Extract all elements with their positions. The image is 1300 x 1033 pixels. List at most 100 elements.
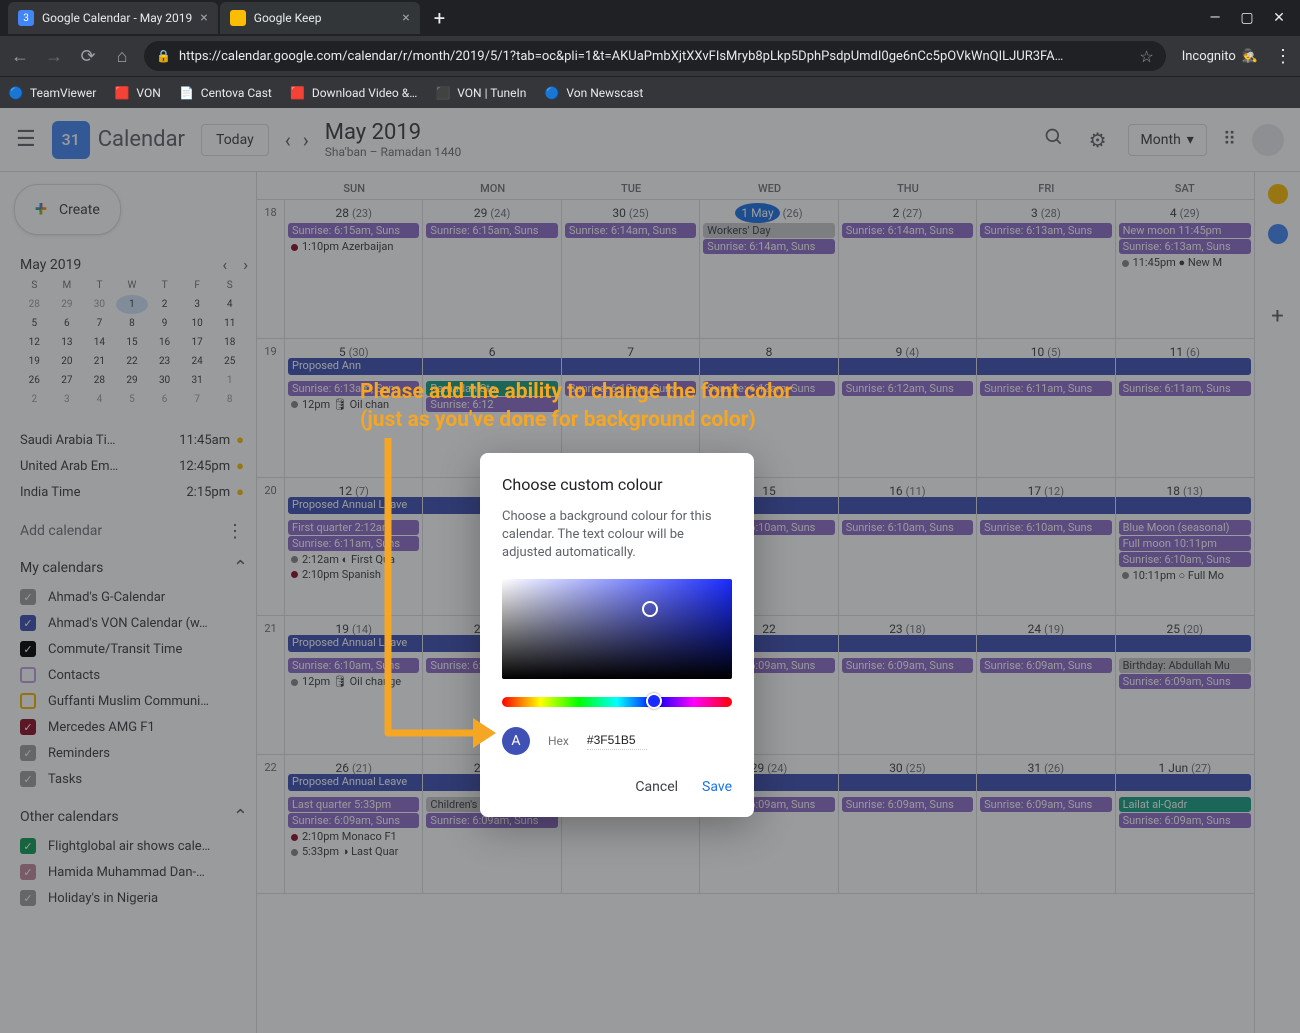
timed-event[interactable]: 1:10pm Azerbaijan	[287, 239, 420, 254]
omnibox[interactable]: 🔒 https://calendar.google.com/calendar/r…	[144, 41, 1166, 71]
event-chip[interactable]: Blue Moon (seasonal)	[1119, 520, 1251, 535]
calendar-list-item[interactable]: ✓Holiday's in Nigeria	[20, 885, 244, 911]
view-switcher[interactable]: Month ▾	[1128, 124, 1207, 156]
close-tab-icon[interactable]: ×	[200, 10, 207, 26]
mini-day[interactable]: 7	[83, 314, 116, 333]
calendar-list-item[interactable]: ✓Mercedes AMG F1	[20, 714, 244, 740]
day-cell[interactable]: 19 (14)Sunrise: 6:10am, Suns12pm 🛢 Oil c…	[285, 616, 423, 754]
event-chip[interactable]: Sunrise: 6:15am, Suns	[426, 223, 557, 238]
mini-day[interactable]: 22	[116, 352, 149, 371]
event-chip[interactable]: Sunrise: 6:09am, Suns	[980, 658, 1111, 673]
sv-handle[interactable]	[642, 601, 658, 617]
event-chip[interactable]: Sunrise: 6:12	[426, 397, 557, 412]
timed-event[interactable]: 2:12am ◐ First Qua	[287, 552, 420, 567]
event-chip[interactable]: Sunrise: 6:13am, Suns	[1119, 239, 1251, 254]
timed-event[interactable]: 5:33pm ◑ Last Quar	[287, 844, 420, 859]
browser-tab[interactable]: 3Google Calendar - May 2019×	[8, 2, 218, 34]
bookmark-item[interactable]: ⬛VON | TuneIn	[435, 85, 526, 101]
event-chip[interactable]: Full moon 10:11pm	[1119, 536, 1251, 551]
calendar-list-item[interactable]: Guffanti Muslim Communi…	[20, 688, 244, 714]
prev-month-button[interactable]: ‹	[285, 128, 291, 152]
calendar-list-item[interactable]: ✓Reminders	[20, 740, 244, 766]
add-addon-button[interactable]: +	[1271, 304, 1283, 329]
settings-button[interactable]: ⚙	[1084, 128, 1112, 152]
mini-day[interactable]: 3	[51, 390, 84, 409]
mini-day[interactable]: 4	[83, 390, 116, 409]
minimize-button[interactable]: —	[1208, 11, 1222, 25]
mini-day[interactable]: 28	[83, 371, 116, 390]
mini-day[interactable]: 11	[213, 314, 246, 333]
day-cell[interactable]: 16 (11)Sunrise: 6:10am, Suns	[839, 478, 977, 616]
timed-event[interactable]: 2:10pm Monaco F1	[287, 829, 420, 844]
close-tab-icon[interactable]: ×	[402, 10, 409, 26]
calendar-checkbox[interactable]: ✓	[20, 589, 36, 605]
day-cell[interactable]: 30 (25)Sunrise: 6:09am, Suns	[839, 755, 977, 893]
mini-day[interactable]: 24	[181, 352, 214, 371]
mini-day[interactable]: 20	[51, 352, 84, 371]
saturation-value-picker[interactable]	[502, 579, 732, 679]
mini-day[interactable]: 26	[18, 371, 51, 390]
mini-day[interactable]: 5	[116, 390, 149, 409]
calendar-checkbox[interactable]: ✓	[20, 864, 36, 880]
day-cell[interactable]: 1 Jun (27)Lailat al-QadrSunrise: 6:09am,…	[1116, 755, 1254, 893]
mini-day[interactable]: 2	[148, 295, 181, 314]
event-chip[interactable]: Sunrise: 6:13am, Suns	[980, 223, 1111, 238]
bookmark-item[interactable]: 🔵TeamViewer	[8, 85, 96, 101]
mini-day[interactable]: 5	[18, 314, 51, 333]
calendar-checkbox[interactable]	[20, 667, 36, 683]
bookmark-star-icon[interactable]: ☆	[1139, 47, 1153, 66]
timed-event[interactable]: 10:11pm ○ Full Mo	[1118, 568, 1252, 583]
calendar-checkbox[interactable]: ✓	[20, 838, 36, 854]
event-chip[interactable]: Sunrise: 6:13am, Suns	[288, 381, 419, 396]
mini-day[interactable]: 6	[51, 314, 84, 333]
calendar-list-item[interactable]: ✓Tasks	[20, 766, 244, 792]
event-chip[interactable]: Sunrise: 6:14am, Suns	[842, 223, 973, 238]
event-chip[interactable]: Last quarter 5:33pm	[288, 797, 419, 812]
mini-day[interactable]: 8	[213, 390, 246, 409]
event-chip[interactable]: First quarter 2:12am	[288, 520, 419, 535]
add-calendar-input[interactable]: Add calendar	[20, 517, 226, 545]
event-chip[interactable]: Sunrise: 6:10am, Suns	[1119, 552, 1251, 567]
mini-day[interactable]: 16	[148, 333, 181, 352]
event-chip[interactable]: New moon 11:45pm	[1119, 223, 1251, 238]
event-chip[interactable]: Sunrise: 6:11am, Suns	[288, 536, 419, 551]
event-chip[interactable]: Sunrise: 6:15am, Suns	[288, 223, 419, 238]
day-cell[interactable]: 24 (19)Sunrise: 6:09am, Suns	[977, 616, 1115, 754]
mini-prev-button[interactable]: ‹	[222, 255, 227, 274]
day-cell[interactable]: 17 (12)Sunrise: 6:10am, Suns	[977, 478, 1115, 616]
mini-day[interactable]: 30	[83, 295, 116, 314]
mini-day[interactable]: 30	[148, 371, 181, 390]
mini-day[interactable]: 1	[213, 371, 246, 390]
day-cell[interactable]: 26 (21)Last quarter 5:33pmSunrise: 6:09a…	[285, 755, 423, 893]
event-chip[interactable]: Sunrise: 6:12am, Suns	[565, 381, 696, 396]
mini-day[interactable]: 15	[116, 333, 149, 352]
day-cell[interactable]: 31 (26)Sunrise: 6:09am, Suns	[977, 755, 1115, 893]
bookmark-item[interactable]: 📄Centova Cast	[179, 85, 272, 101]
calendar-checkbox[interactable]: ✓	[20, 641, 36, 657]
account-avatar[interactable]	[1252, 124, 1284, 156]
mini-day[interactable]: 7	[181, 390, 214, 409]
mini-day[interactable]: 2	[18, 390, 51, 409]
day-cell[interactable]: 30 (25)Sunrise: 6:14am, Suns	[562, 200, 700, 338]
event-chip[interactable]: Sunrise: 6:11am, Suns	[980, 381, 1111, 396]
forward-button[interactable]: →	[42, 46, 66, 67]
day-cell[interactable]: 1 May (26)Workers' DaySunrise: 6:14am, S…	[700, 200, 838, 338]
mini-day[interactable]: 6	[148, 390, 181, 409]
browser-tab[interactable]: Google Keep×	[220, 2, 420, 34]
calendar-checkbox[interactable]: ✓	[20, 745, 36, 761]
mini-day[interactable]: 31	[181, 371, 214, 390]
mini-day[interactable]: 8	[116, 314, 149, 333]
back-button[interactable]: ←	[8, 46, 32, 67]
calendar-checkbox[interactable]: ✓	[20, 771, 36, 787]
mini-day[interactable]: 21	[83, 352, 116, 371]
day-cell[interactable]: 28 (23)Sunrise: 6:15am, Suns1:10pm Azerb…	[285, 200, 423, 338]
mini-day[interactable]: 9	[148, 314, 181, 333]
next-month-button[interactable]: ›	[303, 128, 309, 152]
keep-icon[interactable]	[1268, 184, 1288, 204]
calendar-list-item[interactable]: Contacts	[20, 662, 244, 688]
section-other-calendars[interactable]: Other calendars⌃	[20, 806, 248, 827]
timed-event[interactable]: 12pm 🛢 Oil chan	[287, 397, 420, 412]
day-cell[interactable]: 23 (18)Sunrise: 6:09am, Suns	[839, 616, 977, 754]
day-cell[interactable]: 10 (5)Sunrise: 6:11am, Suns	[977, 339, 1115, 477]
event-chip[interactable]: Ramadan Sta	[426, 381, 557, 396]
